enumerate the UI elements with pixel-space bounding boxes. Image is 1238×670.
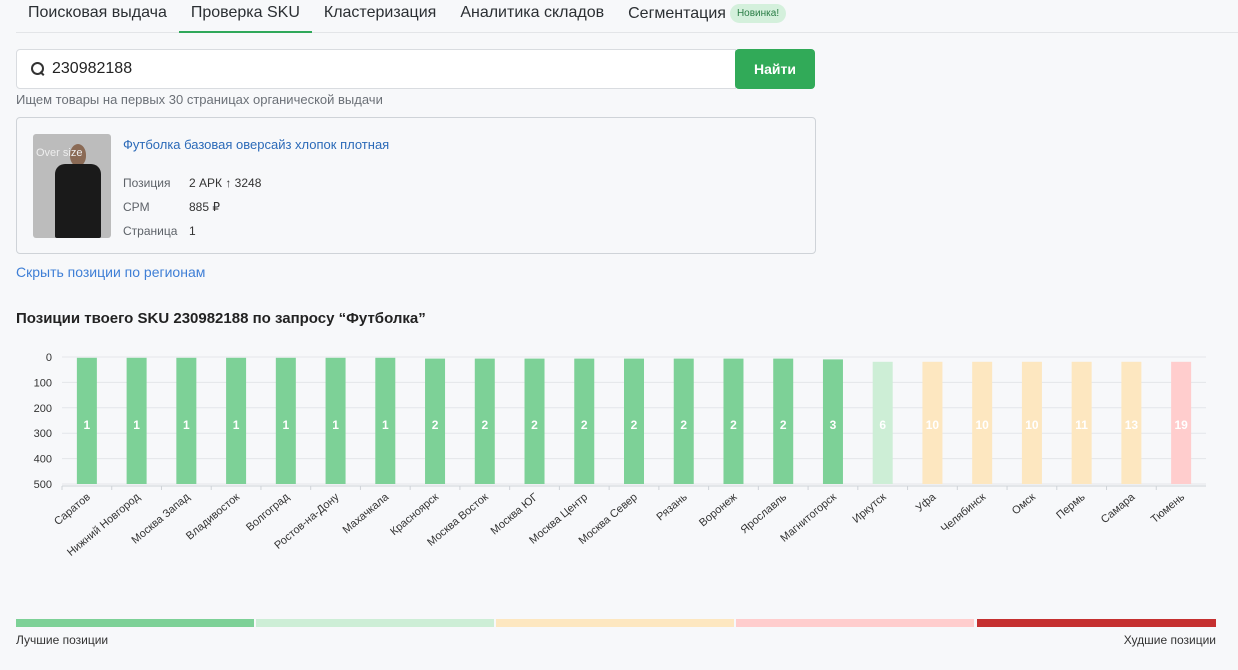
data-label: 1 — [233, 418, 240, 432]
position-label: Позиция — [123, 176, 171, 190]
x-tick-label: Уфа — [914, 491, 939, 515]
data-label: 2 — [481, 418, 488, 432]
y-tick-label: 300 — [34, 428, 52, 440]
x-tick-label: Махачкала — [341, 491, 392, 537]
page-value: 1 — [189, 224, 196, 238]
data-label: 13 — [1125, 418, 1139, 432]
tab-clustering[interactable]: Кластеризация — [312, 0, 448, 32]
positions-chart: 01002003004005001Саратов1Нижний Новгород… — [34, 352, 1206, 559]
legend-bad-bar — [736, 619, 974, 627]
x-tick-label: Пермь — [1054, 491, 1088, 522]
x-tick-label: Саратов — [52, 491, 93, 528]
thumbnail-shirt-shape — [55, 164, 101, 238]
x-tick-label: Москва ЮГ — [489, 491, 541, 537]
y-tick-label: 500 — [34, 479, 52, 491]
data-label: 2 — [631, 418, 638, 432]
search-box — [16, 49, 736, 89]
product-title-link[interactable]: Футболка базовая оверсайз хлопок плотная — [123, 137, 389, 152]
data-label: 10 — [975, 418, 989, 432]
product-thumbnail[interactable]: Over size — [33, 134, 111, 238]
data-label: 19 — [1174, 418, 1188, 432]
legend-good-bar — [256, 619, 494, 627]
x-tick-label: Самара — [1099, 491, 1138, 527]
legend-mid-bar — [496, 619, 734, 627]
search-input[interactable] — [52, 60, 712, 78]
y-tick-label: 200 — [34, 403, 52, 415]
data-label: 6 — [879, 418, 886, 432]
cpm-label: CPM — [123, 200, 150, 214]
data-label: 2 — [730, 418, 737, 432]
tab-segmentation-label: Сегментация — [628, 5, 726, 22]
x-tick-label: Рязань — [654, 491, 689, 523]
page-label: Страница — [123, 224, 178, 238]
data-label: 11 — [1075, 418, 1088, 432]
data-label: 1 — [382, 418, 389, 432]
data-label: 10 — [926, 418, 940, 432]
position-value: 2 АРК ↑ 3248 — [189, 176, 262, 190]
data-label: 1 — [282, 418, 289, 432]
new-badge: Новинка! — [729, 4, 787, 23]
cpm-value: 885 ₽ — [189, 200, 220, 214]
thumbnail-text: Over size — [36, 147, 83, 159]
search-hint: Ищем товары на первых 30 страницах орган… — [16, 92, 383, 107]
chart-title: Позиции твоего SKU 230982188 по запросу … — [16, 310, 426, 327]
data-label: 2 — [432, 418, 439, 432]
search-button[interactable]: Найти — [735, 49, 815, 89]
product-card: Over size Футболка базовая оверсайз хлоп… — [16, 117, 816, 254]
data-label: 1 — [133, 418, 140, 432]
tab-segmentation[interactable]: Сегментация Новинка! — [616, 0, 798, 32]
tab-warehouse-analytics[interactable]: Аналитика складов — [448, 0, 616, 32]
y-tick-label: 100 — [34, 377, 52, 389]
tab-bar: Поисковая выдача Проверка SKU Кластериза… — [16, 0, 1238, 33]
search-icon — [31, 62, 45, 76]
x-tick-label: Ярославль — [739, 491, 790, 536]
x-tick-label: Волгоград — [244, 491, 292, 534]
data-label: 10 — [1025, 418, 1039, 432]
x-tick-label: Тюмень — [1149, 491, 1187, 526]
tab-search-results[interactable]: Поисковая выдача — [16, 0, 179, 32]
hide-regions-link[interactable]: Скрыть позиции по регионам — [16, 264, 205, 280]
x-tick-label: Челябинск — [939, 491, 988, 535]
data-label: 3 — [830, 418, 837, 432]
x-tick-label: Омск — [1010, 491, 1038, 517]
legend-worst-label: Худшие позиции — [1123, 633, 1216, 647]
x-tick-label: Красноярск — [388, 491, 441, 538]
data-label: 2 — [680, 418, 687, 432]
legend-best-bar — [16, 619, 254, 627]
data-label: 2 — [531, 418, 538, 432]
data-label: 2 — [581, 418, 588, 432]
x-tick-label: Воронеж — [697, 491, 740, 530]
x-tick-label: Владивосток — [184, 491, 242, 542]
y-tick-label: 0 — [46, 352, 52, 364]
data-label: 1 — [183, 418, 190, 432]
legend-best-label: Лучшие позиции — [16, 633, 109, 647]
data-label: 1 — [332, 418, 339, 432]
x-tick-label: Иркутск — [851, 491, 889, 526]
data-label: 2 — [780, 418, 787, 432]
y-tick-label: 400 — [34, 454, 52, 466]
legend-worst-bar — [977, 619, 1216, 627]
data-label: 1 — [84, 418, 91, 432]
tab-sku-check[interactable]: Проверка SKU — [178, 0, 312, 33]
